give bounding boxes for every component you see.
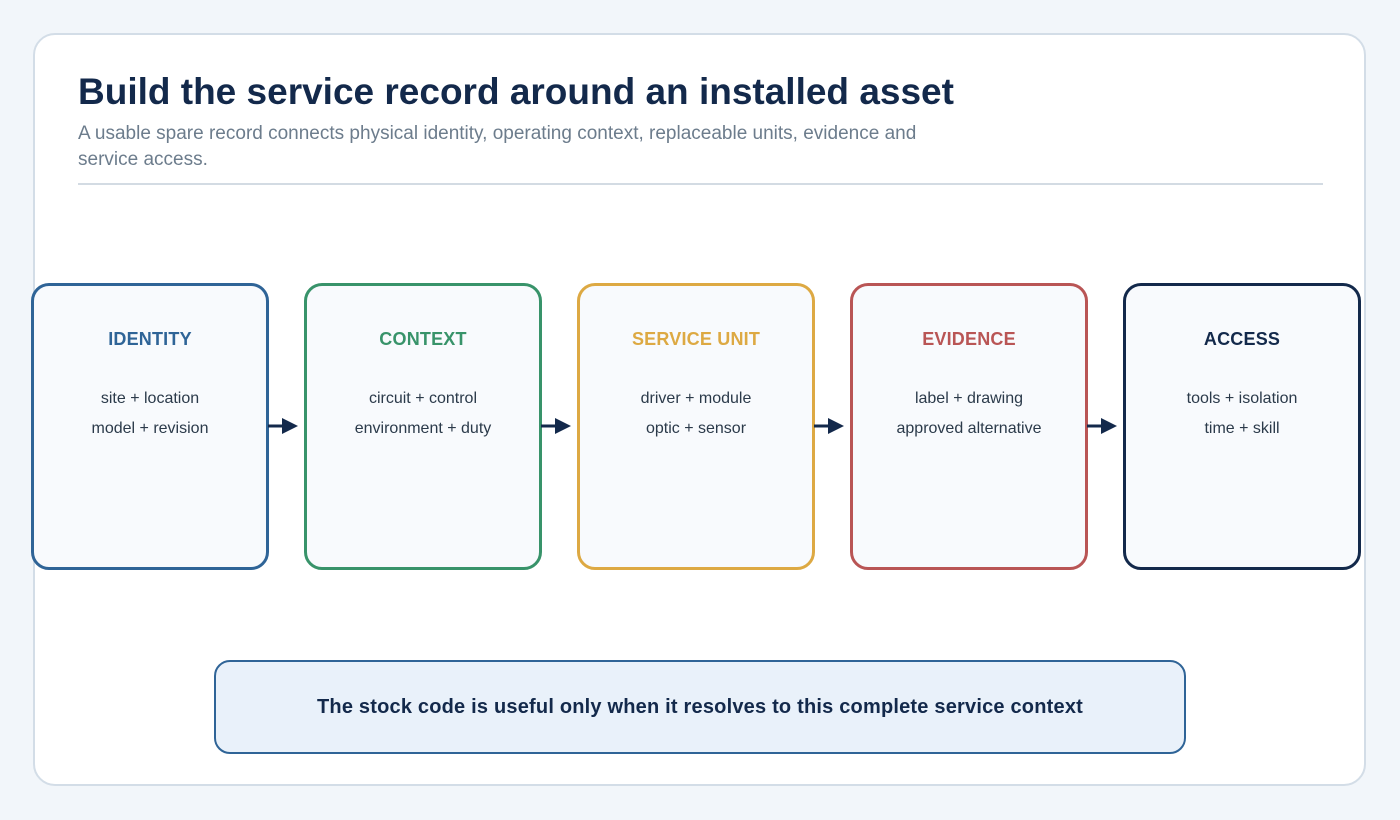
arrow-evidence-to-access-icon [1087, 418, 1117, 434]
page-subtitle: A usable spare record connects physical … [78, 123, 917, 170]
stage-evidence-line-2: approved alternative [896, 420, 1042, 437]
arrow-context-to-service-unit-icon [541, 418, 571, 434]
header-divider [78, 183, 1323, 185]
stage-context: CONTEXT circuit + control environment + … [304, 283, 542, 570]
stage-evidence-line-1: label + drawing [914, 390, 1024, 407]
stage-service-unit-line-1: driver + module [640, 390, 752, 407]
stage-identity: IDENTITY site + location model + revisio… [31, 283, 269, 570]
stage-access-line-1: tools + isolation [1186, 390, 1298, 407]
stage-context-line-1: circuit + control [368, 390, 478, 407]
summary-callout-text: The stock code is useful only when it re… [316, 695, 1084, 718]
stage-identity-label: IDENTITY [108, 329, 192, 349]
stage-service-unit: SERVICE UNIT driver + module optic + sen… [577, 283, 815, 570]
page-title: Build the service record around an insta… [78, 71, 954, 112]
stage-service-unit-label: SERVICE UNIT [631, 329, 761, 349]
stage-context-label: CONTEXT [379, 329, 467, 349]
stage-access-label: ACCESS [1203, 329, 1281, 349]
stage-access-line-2: time + skill [1204, 420, 1280, 437]
stage-identity-line-2: model + revision [91, 420, 209, 437]
stage-identity-line-1: site + location [100, 390, 200, 407]
stage-context-line-2: environment + duty [354, 420, 492, 437]
stage-service-unit-line-2: optic + sensor [645, 420, 747, 437]
arrow-identity-to-context-icon [268, 418, 298, 434]
stage-access: ACCESS tools + isolation time + skill [1123, 283, 1361, 570]
arrow-service-unit-to-evidence-icon [814, 418, 844, 434]
stage-evidence-label: EVIDENCE [922, 329, 1016, 349]
summary-callout: The stock code is useful only when it re… [214, 660, 1186, 754]
stage-evidence: EVIDENCE label + drawing approved altern… [850, 283, 1088, 570]
